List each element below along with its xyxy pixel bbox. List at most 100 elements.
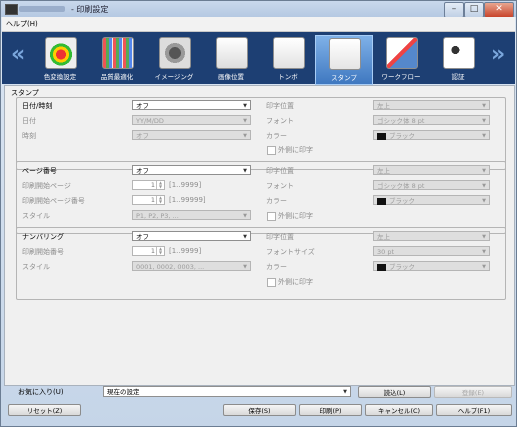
print-settings-window: - 印刷設定 – □ ✕ ヘルプ(H) « 色変換設定 品質最適化 イメージング… — [0, 0, 517, 427]
favorites-select[interactable]: 現在の設定 ▼ — [103, 386, 351, 397]
spin-arrows-icon[interactable]: ▲ ▼ — [156, 247, 164, 255]
pn-outside-label: 外側に印字 — [278, 212, 313, 220]
reset-button[interactable]: リセット(Z) — [8, 404, 81, 416]
dt-color-select[interactable]: ブラック ▼ — [373, 130, 490, 140]
pn-style-select[interactable]: P1, P2, P3, ... ▼ — [132, 210, 251, 220]
chevron-down-icon: ▼ — [482, 249, 486, 255]
pn-color-select[interactable]: ブラック ▼ — [373, 195, 490, 205]
numbering-value: オフ — [136, 233, 149, 241]
dt-font-label: フォント — [266, 117, 294, 125]
start-page-stepper[interactable]: 1 ▲ ▼ — [132, 180, 165, 190]
num-pos-value: 左上 — [377, 233, 390, 241]
save-button[interactable]: 保存(S) — [223, 404, 296, 416]
pn-outside-checkbox[interactable] — [267, 212, 276, 221]
minimize-button[interactable]: – — [444, 2, 464, 18]
imaging-icon — [159, 37, 191, 69]
datetime-value: オフ — [136, 102, 149, 110]
tool-label: イメージング — [154, 73, 194, 81]
category-toolbar: « 色変換設定 品質最適化 イメージング 画像位置 トンボ スタンプ ワークフロ… — [2, 32, 515, 85]
tool-label: ワークフロー — [381, 73, 421, 81]
maximize-button[interactable]: □ — [464, 2, 484, 18]
num-outside-checkbox[interactable] — [267, 278, 276, 287]
date-value: YY/M/DD — [136, 117, 164, 125]
favorites-label: お気に入り(U) — [18, 388, 64, 396]
tool-stamp[interactable]: スタンプ — [315, 35, 373, 85]
chevron-down-icon: ▼ — [243, 133, 247, 139]
title-blurred-name — [19, 6, 65, 12]
favorites-value: 現在の設定 — [107, 388, 140, 396]
tool-label: 品質最適化 — [100, 73, 134, 81]
chevron-down-icon: ▼ — [343, 389, 347, 395]
chevron-down-icon: ▼ — [243, 103, 247, 109]
bottom-bar: お気に入り(U) 現在の設定 ▼ 読込(L) 登録(E) リセット(Z) 保存(S… — [2, 384, 515, 426]
menu-help[interactable]: ヘルプ(H) — [6, 19, 38, 29]
dt-outside-checkbox[interactable] — [267, 146, 276, 155]
tool-image-position[interactable]: 画像位置 — [203, 35, 259, 83]
pn-font-select[interactable]: ゴシック体 8 pt ▼ — [373, 180, 490, 190]
dt-color-label: カラー — [266, 132, 287, 140]
title-bar: - 印刷設定 – □ ✕ — [1, 1, 516, 18]
tool-authentication[interactable]: 認証 — [430, 35, 486, 83]
pn-font-value: ゴシック体 8 pt — [377, 182, 425, 190]
chevron-down-icon: ▼ — [243, 168, 247, 174]
register-button[interactable]: 登録(E) — [434, 386, 512, 398]
group-datetime: 日付/時刻 オフ ▼ 日付 YY/M/DD ▼ 時刻 オフ ▼ 印字位置 左上 ▼ フォ… — [16, 97, 506, 170]
num-fontsize-label: フォントサイズ — [266, 248, 315, 256]
date-label: 日付 — [22, 117, 36, 125]
chevron-down-icon: ▼ — [482, 198, 486, 204]
spin-arrows-icon[interactable]: ▲ ▼ — [156, 181, 164, 189]
cancel-button[interactable]: キャンセル(C) — [365, 404, 433, 416]
num-start-stepper[interactable]: 1 ▲ ▼ — [132, 246, 165, 256]
print-button[interactable]: 印刷(P) — [299, 404, 362, 416]
tool-crop-marks[interactable]: トンボ — [260, 35, 316, 83]
datetime-select[interactable]: オフ ▼ — [132, 100, 251, 110]
tool-quality-optimization[interactable]: 品質最適化 — [89, 35, 145, 83]
tool-label: 画像位置 — [218, 73, 244, 81]
tool-imaging[interactable]: イメージング — [146, 35, 202, 83]
page-number-value: オフ — [136, 167, 149, 175]
num-color-value: ブラック — [389, 263, 415, 271]
time-label: 時刻 — [22, 132, 36, 140]
page-number-label: ページ番号 — [22, 167, 57, 175]
pn-font-label: フォント — [266, 182, 294, 190]
numbering-select[interactable]: オフ ▼ — [132, 231, 251, 241]
pn-color-label: カラー — [266, 197, 287, 205]
pn-pos-select[interactable]: 左上 ▼ — [373, 165, 490, 175]
start-no-stepper[interactable]: 1 ▲ ▼ — [132, 195, 165, 205]
time-value: オフ — [136, 132, 149, 140]
app-icon — [5, 4, 18, 15]
prev-arrow-icon[interactable]: « — [11, 42, 25, 67]
chevron-down-icon: ▼ — [482, 264, 486, 270]
dt-pos-value: 左上 — [377, 102, 390, 110]
group-numbering: ナンバリング オフ ▼ 印刷開始番号 1 ▲ ▼ [1..9999] スタイル 000… — [16, 227, 506, 300]
time-select[interactable]: オフ ▼ — [132, 130, 251, 140]
datetime-label: 日付/時刻 — [22, 102, 53, 110]
num-style-select[interactable]: 0001, 0002, 0003, ... ▼ — [132, 261, 251, 271]
num-fontsize-select[interactable]: 30 pt ▼ — [373, 246, 490, 256]
help-button[interactable]: ヘルプ(F1) — [436, 404, 512, 416]
window-title: - 印刷設定 — [71, 5, 109, 14]
num-style-value: 0001, 0002, 0003, ... — [136, 263, 205, 271]
start-page-range: [1..9999] — [169, 181, 202, 189]
pn-style-label: スタイル — [22, 212, 50, 220]
workflow-icon — [386, 37, 418, 69]
tool-workflow[interactable]: ワークフロー — [373, 35, 429, 83]
chevron-down-icon: ▼ — [482, 103, 486, 109]
next-arrow-icon[interactable]: » — [491, 42, 505, 67]
dt-pos-select[interactable]: 左上 ▼ — [373, 100, 490, 110]
spin-arrows-icon[interactable]: ▲ ▼ — [156, 196, 164, 204]
numbering-label: ナンバリング — [22, 233, 64, 241]
num-pos-select[interactable]: 左上 ▼ — [373, 231, 490, 241]
num-color-select[interactable]: ブラック ▼ — [373, 261, 490, 271]
close-button[interactable]: ✕ — [484, 2, 514, 18]
tool-color-conversion[interactable]: 色変換設定 — [32, 35, 88, 83]
dt-font-select[interactable]: ゴシック体 8 pt ▼ — [373, 115, 490, 125]
chevron-down-icon: ▼ — [482, 168, 486, 174]
page-number-select[interactable]: オフ ▼ — [132, 165, 251, 175]
pn-color-value: ブラック — [389, 197, 415, 205]
date-select[interactable]: YY/M/DD ▼ — [132, 115, 251, 125]
load-button[interactable]: 読込(L) — [358, 386, 431, 398]
num-pos-label: 印字位置 — [266, 233, 294, 241]
chevron-down-icon: ▼ — [482, 234, 486, 240]
tool-label: トンボ — [278, 73, 298, 81]
